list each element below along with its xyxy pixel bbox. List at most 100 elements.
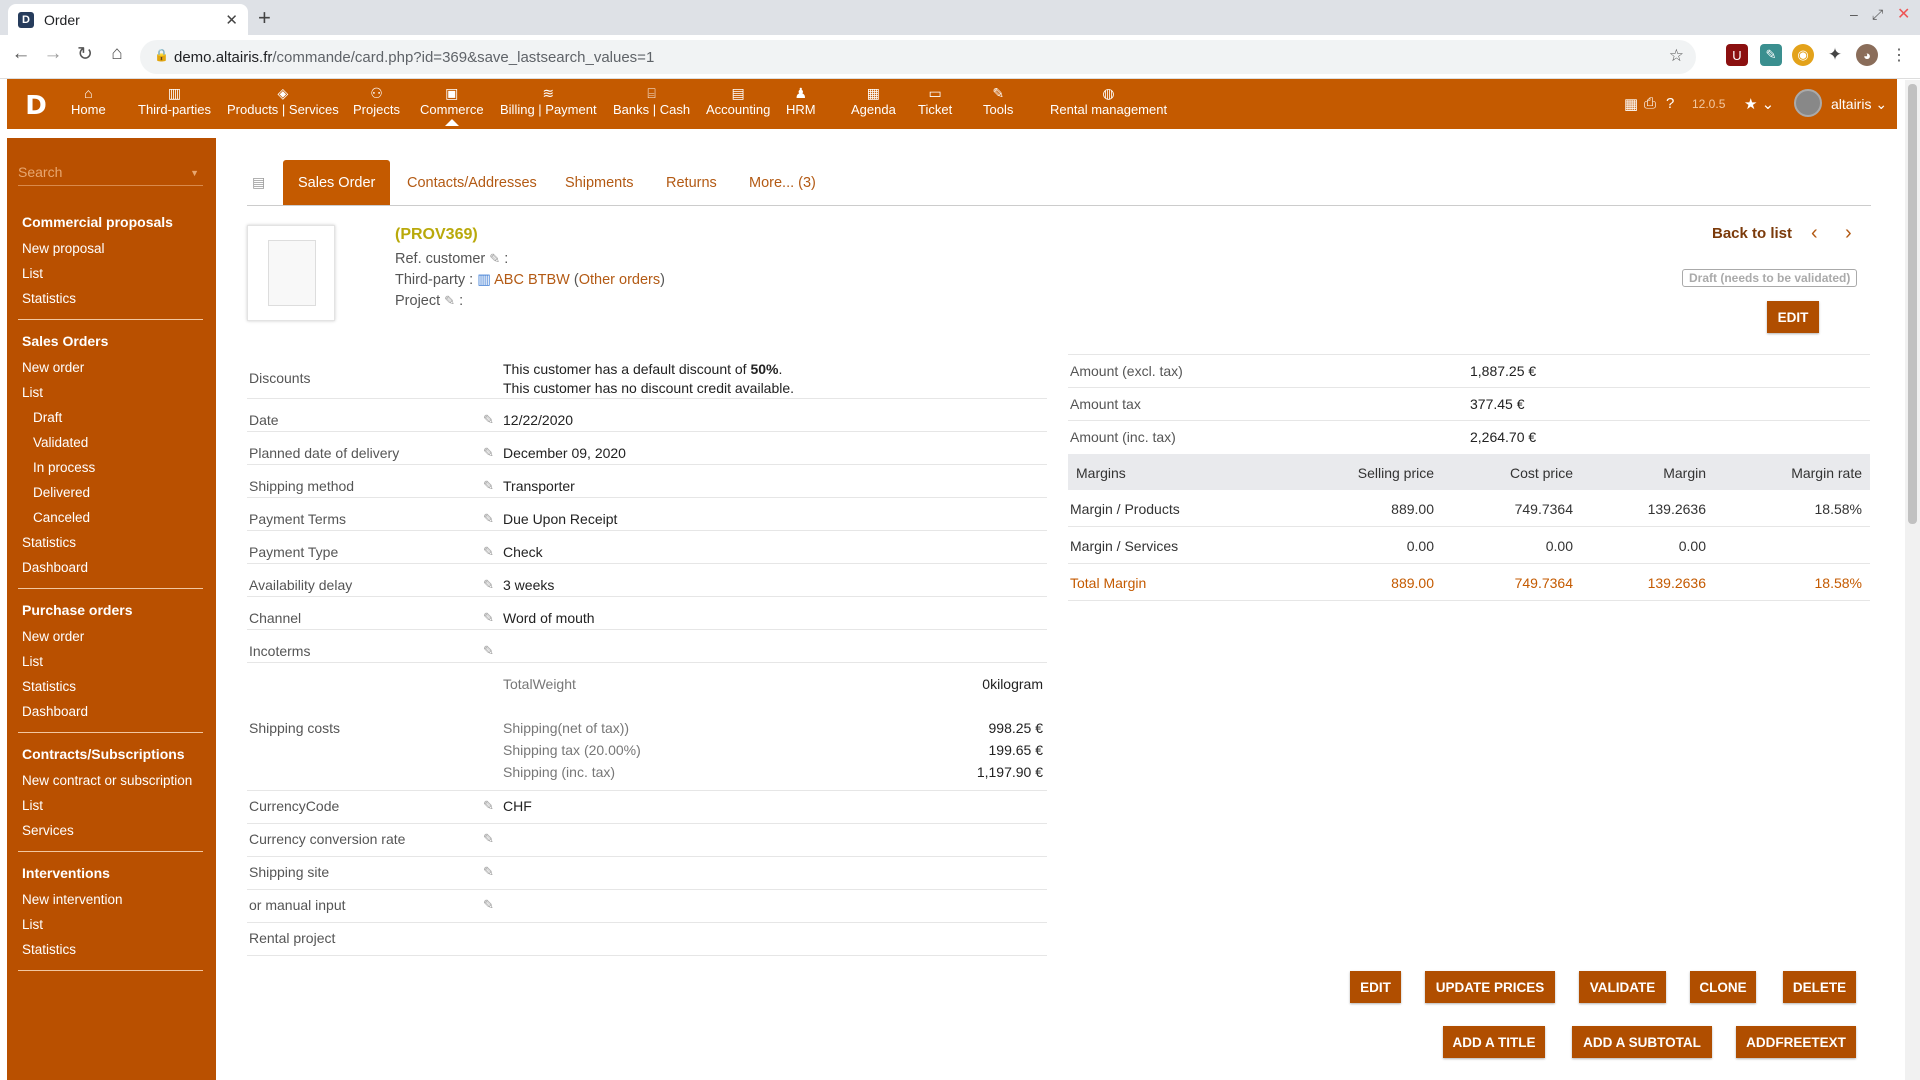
browser-tab[interactable]: D Order ✕: [8, 4, 248, 35]
window-close-icon[interactable]: ✕: [1897, 4, 1910, 24]
validate-button[interactable]: VALIDATE: [1579, 971, 1666, 1003]
leftmenu-draft[interactable]: Draft: [33, 410, 62, 425]
leftmenu-contract-list[interactable]: List: [22, 798, 43, 813]
tab-shipments[interactable]: Shipments: [550, 160, 649, 206]
minimize-icon[interactable]: –: [1850, 6, 1858, 22]
edit-button[interactable]: EDIT: [1350, 971, 1401, 1003]
topmenu-banks[interactable]: ⌸ Banks | Cash: [613, 84, 690, 117]
document-thumbnail[interactable]: [247, 225, 335, 321]
back-arrow-icon[interactable]: ←: [8, 43, 34, 65]
edit-pencil-icon[interactable]: ✎: [483, 478, 494, 494]
ublock-extension-icon[interactable]: U: [1726, 44, 1748, 66]
tab-returns[interactable]: Returns: [651, 160, 732, 206]
leftmenu-interventions[interactable]: Interventions: [22, 865, 110, 881]
edit-pencil-icon[interactable]: ✎: [483, 610, 494, 626]
leftmenu-delivered[interactable]: Delivered: [33, 485, 90, 500]
globe-extension-icon[interactable]: ◉: [1792, 44, 1814, 66]
profile-avatar-icon[interactable]: ◕: [1856, 44, 1878, 66]
edit-pencil-icon[interactable]: ✎: [483, 511, 494, 527]
edit-pencil-icon[interactable]: ✎: [483, 798, 494, 814]
leftmenu-purchase-dashboard[interactable]: Dashboard: [22, 704, 88, 719]
leftmenu-new-order[interactable]: New order: [22, 360, 84, 375]
add-title-button[interactable]: ADD A TITLE: [1443, 1026, 1545, 1058]
edit-pencil-icon[interactable]: ✎: [483, 864, 494, 880]
left-search-input[interactable]: Search ▼: [18, 160, 203, 186]
back-to-list-link[interactable]: Back to list: [1712, 225, 1792, 242]
topmenu-agenda[interactable]: ▦ Agenda: [851, 84, 896, 117]
leftmenu-new-proposal[interactable]: New proposal: [22, 241, 105, 256]
leftmenu-purchase-list[interactable]: List: [22, 654, 43, 669]
edit-pencil-icon[interactable]: ✎: [483, 831, 494, 847]
leftmenu-new-intervention[interactable]: New intervention: [22, 892, 123, 907]
leftmenu-new-purchase-order[interactable]: New order: [22, 629, 84, 644]
leftmenu-intervention-statistics[interactable]: Statistics: [22, 942, 76, 957]
topmenu-hrm[interactable]: ♟ HRM: [786, 84, 816, 117]
bookmark-star-icon[interactable]: ☆: [1669, 46, 1684, 66]
new-tab-icon[interactable]: +: [258, 5, 271, 31]
topmenu-tools[interactable]: ✎ Tools: [983, 84, 1013, 117]
topmenu-third-parties[interactable]: ▥ Third-parties: [138, 84, 211, 117]
clone-button[interactable]: CLONE: [1690, 971, 1756, 1003]
user-avatar[interactable]: [1794, 89, 1822, 117]
add-subtotal-button[interactable]: ADD A SUBTOTAL: [1572, 1026, 1712, 1058]
next-record-icon[interactable]: ›: [1845, 222, 1852, 245]
leftmenu-intervention-list[interactable]: List: [22, 917, 43, 932]
add-free-text-button[interactable]: ADDFREETEXT: [1736, 1026, 1856, 1058]
leftmenu-new-contract[interactable]: New contract or subscription: [22, 773, 192, 788]
leftmenu-purchase-statistics[interactable]: Statistics: [22, 679, 76, 694]
leftmenu-proposal-list[interactable]: List: [22, 266, 43, 281]
leftmenu-contract-services[interactable]: Services: [22, 823, 74, 838]
edit-pencil-icon[interactable]: ✎: [483, 577, 494, 593]
leftmenu-in-process[interactable]: In process: [33, 460, 95, 475]
delete-button[interactable]: DELETE: [1783, 971, 1856, 1003]
topmenu-ticket[interactable]: ▭ Ticket: [918, 84, 952, 117]
leftmenu-canceled[interactable]: Canceled: [33, 510, 90, 525]
username-menu[interactable]: altairis ⌄: [1831, 96, 1887, 113]
home-browser-icon[interactable]: ⌂: [104, 43, 130, 65]
maximize-icon[interactable]: ⤢: [1872, 6, 1883, 23]
extensions-puzzle-icon[interactable]: ✦: [1824, 44, 1846, 66]
address-bar[interactable]: 🔒 demo.altairis.fr/commande/card.php?id=…: [140, 40, 1696, 74]
tab-contacts-addresses[interactable]: Contacts/Addresses: [392, 160, 552, 206]
tab-more[interactable]: More... (3): [734, 160, 831, 206]
leftmenu-proposal-statistics[interactable]: Statistics: [22, 291, 76, 306]
leftmenu-commercial-proposals[interactable]: Commercial proposals: [22, 214, 173, 230]
thirdparty-link[interactable]: ABC BTBW: [494, 272, 570, 288]
topmenu-commerce[interactable]: ▣ Commerce: [420, 84, 484, 126]
topmenu-home[interactable]: ⌂ Home: [71, 84, 106, 117]
edit-pencil-icon[interactable]: ✎: [483, 412, 494, 428]
help-icon[interactable]: ?: [1666, 95, 1674, 112]
tab-sales-order[interactable]: Sales Order: [283, 160, 391, 206]
previous-record-icon[interactable]: ‹: [1811, 222, 1818, 245]
leftmenu-order-statistics[interactable]: Statistics: [22, 535, 76, 550]
edit-pencil-icon[interactable]: ✎: [483, 897, 494, 913]
edit-pencil-icon[interactable]: ✎: [483, 544, 494, 560]
bookmarks-star-icon[interactable]: ★ ⌄: [1744, 95, 1774, 113]
eyedropper-extension-icon[interactable]: ✎: [1760, 44, 1782, 66]
dolibarr-logo[interactable]: D: [18, 88, 54, 124]
edit-pencil-icon[interactable]: ✎: [483, 445, 494, 461]
topmenu-accounting[interactable]: ▤ Accounting: [706, 84, 770, 117]
topmenu-billing[interactable]: ≋ Billing | Payment: [500, 84, 597, 117]
page-scrollbar-thumb[interactable]: [1908, 84, 1917, 524]
edit-pencil-icon[interactable]: ✎: [483, 643, 494, 659]
leftmenu-purchase-orders[interactable]: Purchase orders: [22, 602, 133, 618]
topmenu-rental[interactable]: ◍ Rental management: [1050, 84, 1167, 117]
update-prices-button[interactable]: UPDATE PRICES: [1425, 971, 1555, 1003]
forward-arrow-icon[interactable]: →: [40, 43, 66, 65]
export-icon[interactable]: ▦: [1624, 95, 1638, 113]
edit-pencil-icon[interactable]: ✎: [489, 251, 500, 266]
browser-menu-icon[interactable]: ⋮: [1888, 44, 1910, 66]
topmenu-products[interactable]: ◈ Products | Services: [227, 84, 339, 117]
topmenu-projects[interactable]: ⚇ Projects: [353, 84, 400, 117]
leftmenu-contracts[interactable]: Contracts/Subscriptions: [22, 746, 185, 762]
reload-icon[interactable]: ↻: [72, 43, 98, 66]
leftmenu-order-dashboard[interactable]: Dashboard: [22, 560, 88, 575]
leftmenu-sales-orders[interactable]: Sales Orders: [22, 333, 108, 349]
leftmenu-order-list[interactable]: List: [22, 385, 43, 400]
print-icon[interactable]: ⎙: [1644, 95, 1656, 112]
edit-pencil-icon[interactable]: ✎: [444, 293, 455, 308]
header-edit-button[interactable]: EDIT: [1767, 301, 1819, 333]
other-orders-link[interactable]: Other orders: [579, 272, 660, 288]
leftmenu-validated[interactable]: Validated: [33, 435, 88, 450]
